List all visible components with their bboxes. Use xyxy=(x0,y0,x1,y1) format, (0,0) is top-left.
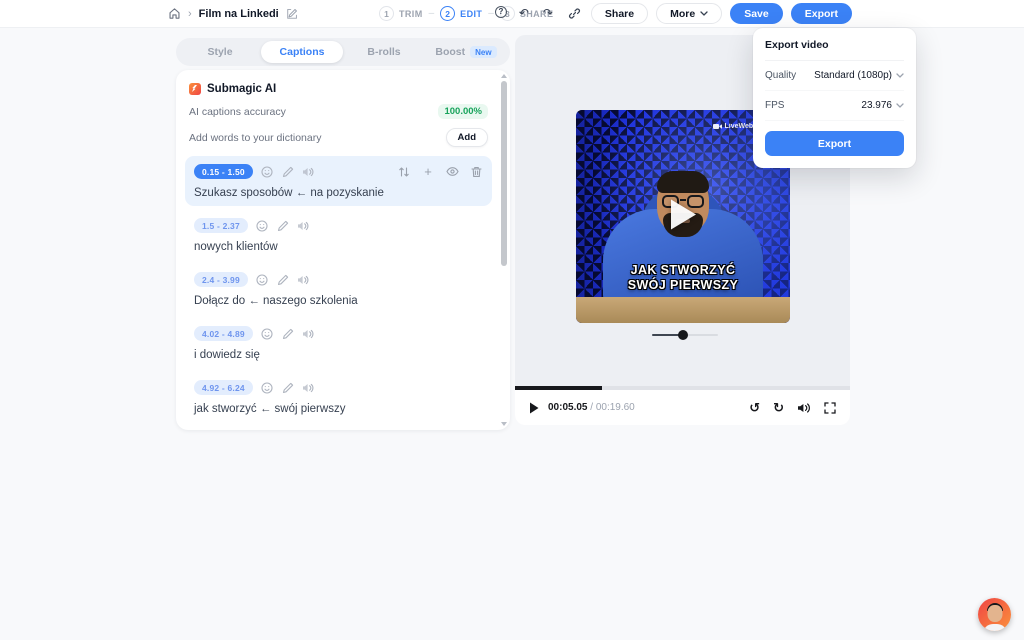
caption-audio-icon[interactable] xyxy=(302,327,316,341)
confirm-export-button[interactable]: Export xyxy=(765,131,904,156)
timestamp-pill[interactable]: 4.92 - 6.24 xyxy=(194,380,253,395)
edit-caption-icon[interactable] xyxy=(281,165,295,179)
volume-icon[interactable] xyxy=(797,402,811,414)
caption-text[interactable]: nowych klientów xyxy=(194,241,483,253)
submagic-logo-icon xyxy=(189,83,201,95)
copy-link-icon[interactable] xyxy=(567,6,583,22)
slider-handle[interactable] xyxy=(678,330,689,340)
time-display: 00:05.05 / 00:19.60 xyxy=(548,402,635,413)
caption-row[interactable]: 4.92 - 6.24 jak stworzyć ← swój pierwszy xyxy=(185,372,492,422)
edit-caption-icon[interactable] xyxy=(276,219,290,233)
tab-captions[interactable]: Captions xyxy=(261,41,343,63)
fullscreen-icon[interactable] xyxy=(824,401,836,414)
caption-row[interactable]: 6.24 - 7.80 webinar i ← wykorzystać xyxy=(185,426,492,430)
more-button[interactable]: More xyxy=(656,3,723,24)
caption-row[interactable]: 1.5 - 2.37 nowych klientów xyxy=(185,210,492,260)
camera-icon xyxy=(712,124,722,129)
rename-project-icon[interactable] xyxy=(286,8,298,20)
caption-row[interactable]: 0.15 - 1.50 + Szukasz sposobów ← na pozy… xyxy=(185,156,492,206)
timestamp-pill[interactable]: 1.5 - 2.37 xyxy=(194,218,248,233)
preview-caption-icon[interactable] xyxy=(445,165,459,179)
caption-text[interactable]: Szukasz sposobów ← na pozyskanie xyxy=(194,187,483,199)
app-root: › Film na Linkedi 1 TRIM – 2 EDIT – 3 SH… xyxy=(0,0,1024,640)
step-separator: – xyxy=(428,8,435,19)
home-icon[interactable] xyxy=(168,7,181,20)
timestamp-pill[interactable]: 2.4 - 3.99 xyxy=(194,272,248,287)
accuracy-label: AI captions accuracy xyxy=(189,105,286,118)
emoji-picker-icon[interactable] xyxy=(260,381,274,395)
player-controls: 00:05.05 / 00:19.60 ↺ ↻ xyxy=(515,390,850,425)
add-caption-icon[interactable]: + xyxy=(421,165,435,179)
add-word-button[interactable]: Add xyxy=(445,128,488,147)
wizard-step[interactable]: 1 TRIM xyxy=(379,6,423,21)
caption-audio-icon[interactable] xyxy=(297,219,311,233)
breadcrumb-chevron-icon: › xyxy=(188,7,192,20)
caption-row[interactable]: 4.02 - 4.89 i dowiedz się xyxy=(185,318,492,368)
fast-forward-icon[interactable]: ↻ xyxy=(773,401,784,414)
topbar-actions: ? ↶ ↷ Share More Save Export xyxy=(494,3,852,24)
emoji-picker-icon[interactable] xyxy=(260,165,274,179)
export-popup-title: Export video xyxy=(765,39,904,61)
emoji-picker-icon[interactable] xyxy=(255,219,269,233)
save-button[interactable]: Save xyxy=(730,3,783,24)
caption-list: 0.15 - 1.50 + Szukasz sposobów ← na pozy… xyxy=(185,156,492,430)
tab-b-rolls[interactable]: B-rolls xyxy=(343,41,425,63)
chevron-down-icon xyxy=(896,103,904,108)
fps-select[interactable]: FPS 23.976 xyxy=(765,91,904,121)
caption-text[interactable]: i dowiedz się xyxy=(194,349,483,361)
emoji-picker-icon[interactable] xyxy=(255,273,269,287)
caption-text[interactable]: jak stworzyć ← swój pierwszy xyxy=(194,403,483,415)
export-button[interactable]: Export xyxy=(790,3,852,24)
delete-caption-icon[interactable] xyxy=(469,165,483,179)
new-badge: New xyxy=(470,46,497,58)
breadcrumb: › Film na Linkedi xyxy=(168,7,298,20)
preview-zoom-slider[interactable] xyxy=(652,330,718,340)
timestamp-pill[interactable]: 0.15 - 1.50 xyxy=(194,164,253,179)
export-popup: Export video Quality Standard (1080p) FP… xyxy=(753,28,916,168)
edit-caption-icon[interactable] xyxy=(276,273,290,287)
play-button[interactable] xyxy=(529,402,539,414)
step-separator: – xyxy=(488,8,494,19)
captions-card: Submagic AI AI captions accuracy 100.00%… xyxy=(176,70,510,430)
play-overlay-icon[interactable] xyxy=(668,197,698,236)
edit-caption-icon[interactable] xyxy=(281,327,295,341)
caption-audio-icon[interactable] xyxy=(302,381,316,395)
project-title: Film na Linkedi xyxy=(198,7,279,20)
accuracy-badge: 100.00% xyxy=(438,104,488,119)
edit-caption-icon[interactable] xyxy=(281,381,295,395)
emoji-picker-icon[interactable] xyxy=(260,327,274,341)
editor-tabs: Style Captions B-rolls Boost New xyxy=(176,38,510,66)
support-chat-avatar[interactable] xyxy=(978,598,1011,631)
wizard-step[interactable]: 2 EDIT xyxy=(440,6,482,21)
scroll-down-icon[interactable] xyxy=(501,422,507,426)
scrollbar-thumb[interactable] xyxy=(500,81,507,266)
caption-text[interactable]: Dołącz do ← naszego szkolenia xyxy=(194,295,483,307)
redo-icon[interactable]: ↷ xyxy=(543,6,559,22)
top-bar: › Film na Linkedi 1 TRIM – 2 EDIT – 3 SH… xyxy=(0,0,1024,28)
burned-in-caption: JAK STWORZYĆ SWÓJ PIERWSZY xyxy=(627,263,739,292)
quality-select[interactable]: Quality Standard (1080p) xyxy=(765,61,904,91)
rewind-icon[interactable]: ↺ xyxy=(749,401,760,414)
tab-boost[interactable]: Boost New xyxy=(425,41,507,63)
desk xyxy=(576,297,790,323)
captions-scrollbar[interactable] xyxy=(499,73,508,427)
caption-row[interactable]: 2.4 - 3.99 Dołącz do ← naszego szkolenia xyxy=(185,264,492,314)
help-icon[interactable]: ? xyxy=(494,5,511,22)
brand-name: Submagic AI xyxy=(207,83,277,95)
caption-audio-icon[interactable] xyxy=(302,165,316,179)
tab-style[interactable]: Style xyxy=(179,41,261,63)
undo-icon[interactable]: ↶ xyxy=(519,6,535,22)
caption-audio-icon[interactable] xyxy=(297,273,311,287)
reorder-caption-icon[interactable] xyxy=(397,165,411,179)
chevron-down-icon xyxy=(896,73,904,78)
scroll-up-icon[interactable] xyxy=(501,74,507,78)
dictionary-label: Add words to your dictionary xyxy=(189,131,322,144)
share-button[interactable]: Share xyxy=(590,3,649,24)
timestamp-pill[interactable]: 4.02 - 4.89 xyxy=(194,326,253,341)
chevron-down-icon xyxy=(700,11,708,16)
